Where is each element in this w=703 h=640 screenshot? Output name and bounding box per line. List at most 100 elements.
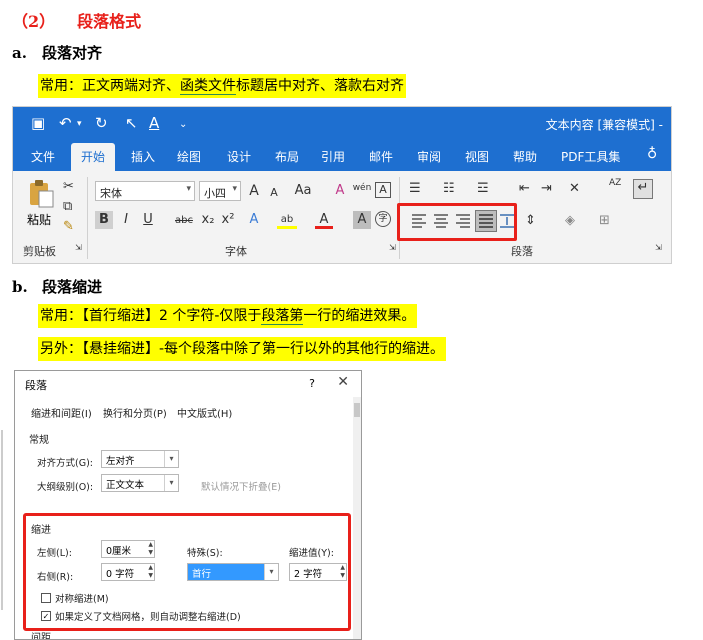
indent-note-underlined: 段落第: [261, 308, 304, 325]
justify-icon[interactable]: [475, 210, 497, 232]
shading-icon[interactable]: ◈: [565, 213, 575, 228]
align-center-icon[interactable]: [433, 213, 449, 233]
paste-icon[interactable]: [27, 179, 55, 208]
multilevel-list-icon[interactable]: ☲: [477, 181, 489, 196]
lightbulb-icon[interactable]: ♁: [647, 146, 657, 162]
tab-review[interactable]: 审阅: [417, 148, 441, 165]
tab-home[interactable]: 开始: [71, 143, 116, 171]
tab-line-page-breaks[interactable]: 换行和分页(P): [103, 405, 167, 420]
outline-level-select[interactable]: 正文文本 ▾: [101, 474, 179, 492]
scrollbar-thumb[interactable]: [354, 403, 360, 417]
font-color-qat-icon[interactable]: A: [149, 114, 159, 132]
decrease-indent-icon[interactable]: ⇤: [519, 181, 530, 196]
spinner-icon[interactable]: ▲ ▼: [148, 564, 153, 580]
distributed-icon[interactable]: [499, 212, 515, 234]
mirror-indents-checkbox[interactable]: [41, 593, 51, 603]
superscript-button[interactable]: x²: [219, 211, 237, 229]
clipboard-launcher-icon[interactable]: ⇲: [75, 243, 82, 252]
subheading-b: b. 段落缩进: [12, 276, 102, 297]
subheading-b-letter: b.: [12, 278, 28, 296]
bullets-icon[interactable]: ☰: [409, 181, 421, 196]
character-border-button[interactable]: A: [375, 182, 391, 198]
tab-insert[interactable]: 插入: [131, 148, 155, 165]
asian-layout-icon[interactable]: ✕: [569, 181, 580, 196]
tab-indents-spacing[interactable]: 缩进和间距(I): [31, 405, 92, 420]
separator: [87, 177, 88, 259]
subheading-a-letter: a.: [12, 44, 27, 62]
numbering-icon[interactable]: ☷: [443, 181, 455, 196]
paste-button[interactable]: 粘贴: [27, 211, 51, 228]
dialog-title: 段落: [25, 379, 47, 392]
tab-layout[interactable]: 布局: [275, 148, 299, 165]
tab-help[interactable]: 帮助: [513, 148, 537, 165]
sort-icon[interactable]: AZ: [609, 179, 621, 188]
auto-adjust-label: 如果定义了文档网格，则自动调整右缩进(D): [55, 612, 241, 623]
right-indent-input[interactable]: 0 字符 ▲ ▼: [101, 563, 155, 581]
underline-button[interactable]: U: [139, 211, 157, 229]
cut-icon[interactable]: ✂: [63, 179, 74, 194]
align-right-icon[interactable]: [455, 213, 471, 233]
tab-pdf-tools[interactable]: PDF工具集: [561, 148, 620, 165]
section-heading: （2） 段落格式: [12, 8, 141, 32]
font-name-combo[interactable]: 宋体 ▾: [95, 181, 195, 201]
tab-view[interactable]: 视图: [465, 148, 489, 165]
paragraph-launcher-icon[interactable]: ⇲: [655, 243, 662, 252]
spinner-icon[interactable]: ▲ ▼: [148, 541, 153, 557]
close-button[interactable]: ✕: [337, 374, 349, 390]
alignment-note-underlined: 函类文件: [180, 78, 236, 95]
character-shading-button[interactable]: A: [353, 211, 371, 229]
font-color-button[interactable]: A: [315, 211, 333, 229]
tab-references[interactable]: 引用: [321, 148, 345, 165]
alignment-note-prefix: 常用：正文两端对齐、: [40, 78, 180, 94]
highlight-button[interactable]: ab: [277, 211, 297, 229]
left-indent-input[interactable]: 0厘米 ▲ ▼: [101, 540, 155, 558]
bold-button[interactable]: B: [95, 211, 113, 229]
strikethrough-button[interactable]: abc: [173, 212, 195, 230]
save-icon[interactable]: ▣: [31, 114, 45, 132]
tab-file[interactable]: 文件: [31, 148, 55, 165]
line-spacing-icon[interactable]: ⇕: [525, 213, 536, 228]
copy-icon[interactable]: ⧉: [63, 199, 72, 214]
increase-indent-icon[interactable]: ⇥: [541, 181, 552, 196]
dialog-scrollbar[interactable]: [353, 397, 361, 639]
redo-icon[interactable]: ↻: [95, 114, 108, 132]
spinner-icon[interactable]: ▲ ▼: [340, 564, 345, 580]
grow-font-button[interactable]: A: [245, 182, 263, 200]
alignment-note-suffix: 标题居中对齐、落款右对齐: [236, 78, 404, 94]
collapsed-default-label: 默认情况下折叠(E): [201, 482, 281, 493]
indent-by-input[interactable]: 2 字符 ▲ ▼: [289, 563, 347, 581]
font-size-combo[interactable]: 小四 ▾: [199, 181, 241, 201]
heading-title: 段落格式: [77, 12, 142, 31]
subscript-button[interactable]: x₂: [199, 211, 217, 229]
tab-asian-typography[interactable]: 中文版式(H): [177, 405, 232, 420]
indent-by-label: 缩进值(Y):: [289, 548, 334, 559]
phonetic-guide-button[interactable]: wén: [351, 179, 373, 197]
tab-draw[interactable]: 绘图: [177, 148, 201, 165]
clear-format-button[interactable]: A: [331, 182, 349, 200]
show-marks-icon[interactable]: ↵: [633, 179, 653, 199]
tab-mailings[interactable]: 邮件: [369, 148, 393, 165]
tab-design[interactable]: 设计: [227, 148, 251, 165]
format-painter-icon[interactable]: ✎: [63, 219, 74, 234]
title-bar: ▣ ↶ ▾ ↻ ↖ A ⌄ 文本内容 [兼容模式] -: [13, 107, 671, 141]
pointer-icon[interactable]: ↖: [125, 114, 138, 132]
outline-level-value: 正文文本: [106, 480, 145, 491]
text-effects-button[interactable]: A: [245, 211, 263, 229]
left-indent-value: 0厘米: [106, 546, 132, 557]
borders-icon[interactable]: ⊞: [599, 213, 610, 228]
subheading-a-title: 段落对齐: [42, 44, 103, 62]
align-left-icon[interactable]: [411, 213, 427, 233]
change-case-button[interactable]: Aa: [291, 182, 315, 200]
shrink-font-button[interactable]: A: [265, 184, 283, 202]
ribbon-tabs: 文件 开始 插入 绘图 设计 布局 引用 邮件 审阅 视图 帮助 PDF工具集 …: [13, 141, 671, 171]
italic-button[interactable]: I: [117, 211, 135, 229]
special-indent-select[interactable]: 首行 ▾: [187, 563, 279, 581]
undo-icon[interactable]: ↶: [59, 114, 72, 132]
enclose-characters-button[interactable]: 字: [375, 211, 391, 227]
alignment-select[interactable]: 左对齐 ▾: [101, 450, 179, 468]
font-launcher-icon[interactable]: ⇲: [389, 243, 396, 252]
undo-dropdown-icon[interactable]: ▾: [77, 119, 82, 129]
help-button[interactable]: ?: [309, 377, 315, 390]
customize-qat-icon[interactable]: ⌄: [179, 119, 187, 130]
auto-adjust-checkbox[interactable]: ✓: [41, 611, 51, 621]
